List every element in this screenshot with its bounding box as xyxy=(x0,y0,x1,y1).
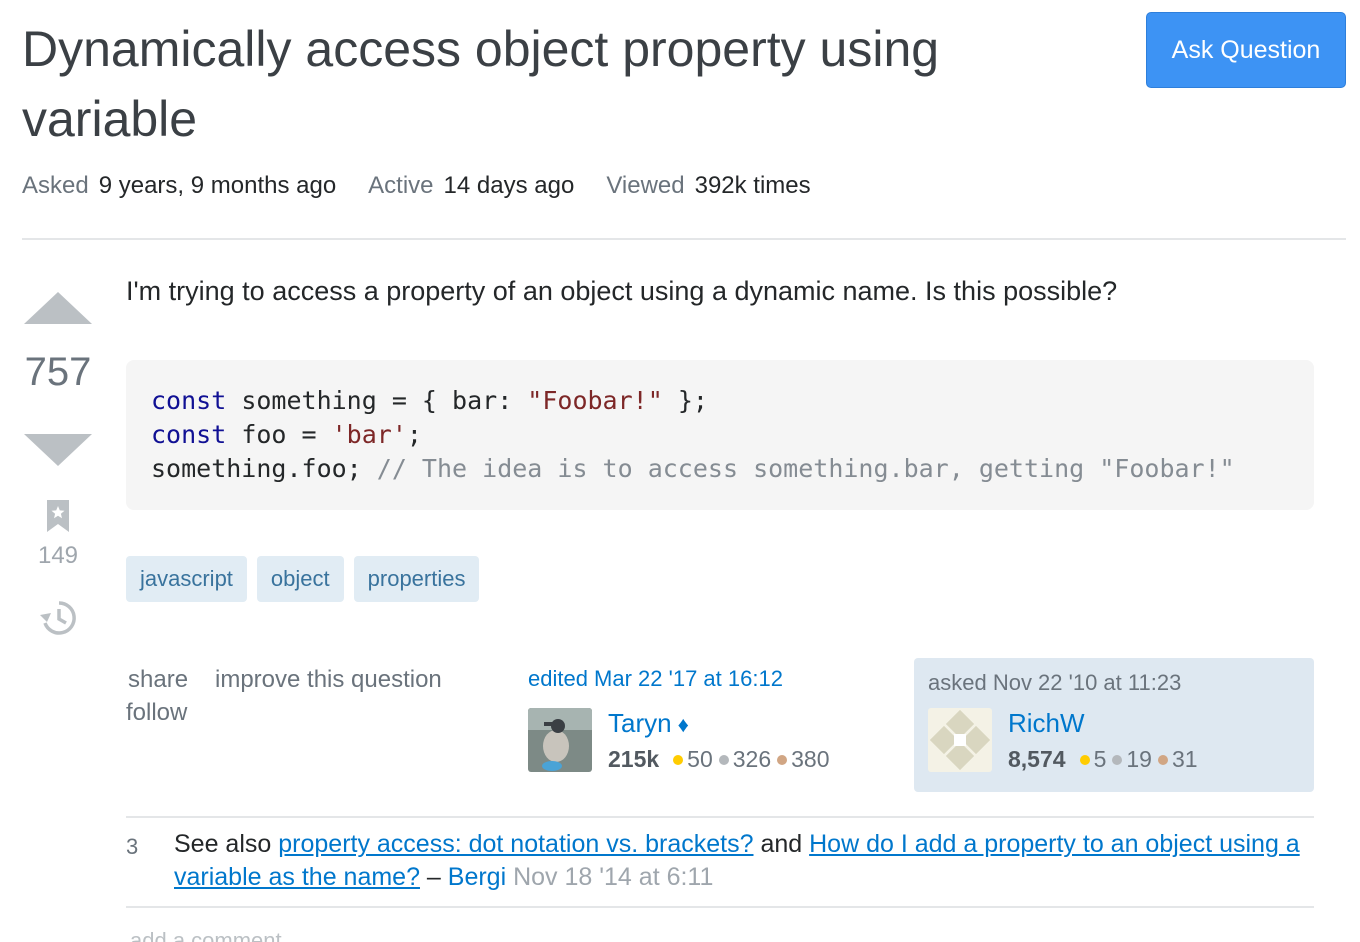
viewed-value: 392k times xyxy=(694,172,811,199)
tag-object[interactable]: object xyxy=(256,556,344,602)
moderator-diamond-icon: ♦ xyxy=(677,712,689,737)
bronze-badge-icon xyxy=(1157,754,1168,765)
editor-name[interactable]: Taryn ♦ xyxy=(608,708,689,739)
silver-badge-icon xyxy=(1112,754,1123,765)
active-label: Active xyxy=(368,172,434,199)
comment-text: and xyxy=(753,830,810,858)
comment-text: – xyxy=(419,863,448,891)
comments-bottom-divider xyxy=(126,906,1314,908)
owner-gold-count: 5 xyxy=(1093,746,1107,772)
gold-badge-icon xyxy=(1079,754,1090,765)
code-text: }; xyxy=(662,386,708,415)
header-divider xyxy=(22,238,1346,240)
question-title[interactable]: Dynamically access object property using… xyxy=(22,14,1112,154)
owner-silver-count: 19 xyxy=(1126,746,1152,772)
gold-badge-icon xyxy=(673,754,684,765)
editor-reputation: 215k xyxy=(608,746,660,772)
code-block: const something = { bar: "Foobar!" }; co… xyxy=(126,360,1314,510)
asked-value: 9 years, 9 months ago xyxy=(98,172,337,199)
viewed-label: Viewed xyxy=(606,172,685,199)
question-meta: Asked 9 years, 9 months ago Active 14 days… xyxy=(22,172,811,200)
asked-time: asked Nov 22 '10 at 11:23 xyxy=(928,670,1182,695)
editor-bronze-count: 380 xyxy=(791,746,830,772)
improve-question-link[interactable]: improve this question xyxy=(215,666,442,694)
owner-name[interactable]: RichW xyxy=(1008,708,1085,739)
code-text: foo = xyxy=(226,420,332,449)
owner-avatar[interactable] xyxy=(928,708,992,772)
asked-label: Asked xyxy=(22,172,89,199)
comments-top-divider xyxy=(126,816,1314,818)
editor-name-text[interactable]: Taryn xyxy=(608,708,672,738)
comment-text: See also xyxy=(174,830,279,858)
history-icon[interactable] xyxy=(38,598,78,638)
bookmark-icon[interactable] xyxy=(47,500,69,532)
question-body-text: I'm trying to access a property of an ob… xyxy=(126,276,1118,306)
comment-body: See also property access: dot notation v… xyxy=(174,828,1304,894)
silver-badge-icon xyxy=(718,754,729,765)
bookmark-count: 149 xyxy=(37,542,79,569)
code-comment: // The idea is to access something.bar, … xyxy=(376,454,1235,483)
comment-score: 3 xyxy=(126,834,139,859)
editor-silver-count: 326 xyxy=(732,746,772,772)
editor-gold-count: 50 xyxy=(687,746,713,772)
active-value[interactable]: 14 days ago xyxy=(444,172,575,199)
code-string: "Foobar!" xyxy=(527,386,663,415)
follow-link[interactable]: follow xyxy=(126,699,187,727)
code-text: ; xyxy=(406,420,422,449)
ask-question-button[interactable]: Ask Question xyxy=(1146,12,1346,88)
asked-info: Asked 9 years, 9 months ago xyxy=(22,172,336,200)
owner-stats: 8,574 5 19 31 xyxy=(1008,746,1198,773)
editor-signature: edited Mar 22 '17 at 16:12 Taryn ♦ 215k 50… xyxy=(528,666,898,772)
code-text: something.foo; xyxy=(151,454,377,483)
comment-date[interactable]: Nov 18 '14 at 6:11 xyxy=(506,863,713,891)
code-string: 'bar' xyxy=(331,420,407,449)
comment-user[interactable]: Bergi xyxy=(448,863,506,891)
owner-signature: asked Nov 22 '10 at 11:23 RichW 8,574 5 19… xyxy=(914,658,1314,792)
add-comment-link[interactable]: add a comment xyxy=(130,928,282,942)
editor-avatar[interactable] xyxy=(528,708,592,772)
vote-count: 757 xyxy=(24,350,92,394)
tag-javascript[interactable]: javascript xyxy=(126,556,247,602)
code-text: something = { bar: xyxy=(226,386,528,415)
active-info: Active 14 days ago xyxy=(368,172,574,200)
comment-link-dot-notation[interactable]: property access: dot notation vs. bracke… xyxy=(278,830,753,858)
owner-bronze-count: 31 xyxy=(1171,746,1198,772)
viewed-info: Viewed 392k times xyxy=(606,172,810,200)
question-page: Dynamically access object property using… xyxy=(0,0,1360,942)
tag-list: javascript object properties xyxy=(126,556,480,602)
owner-reputation: 8,574 xyxy=(1008,746,1066,772)
tag-properties[interactable]: properties xyxy=(353,556,480,602)
code-keyword: const xyxy=(151,386,227,415)
vote-up-icon[interactable] xyxy=(24,292,92,324)
edited-time-link[interactable]: edited Mar 22 '17 at 16:12 xyxy=(528,666,898,692)
share-link[interactable]: share xyxy=(128,666,188,694)
editor-stats: 215k 50 326 380 xyxy=(608,746,830,773)
vote-down-icon[interactable] xyxy=(24,434,92,466)
bronze-badge-icon xyxy=(777,754,788,765)
code-keyword: const xyxy=(151,420,227,449)
